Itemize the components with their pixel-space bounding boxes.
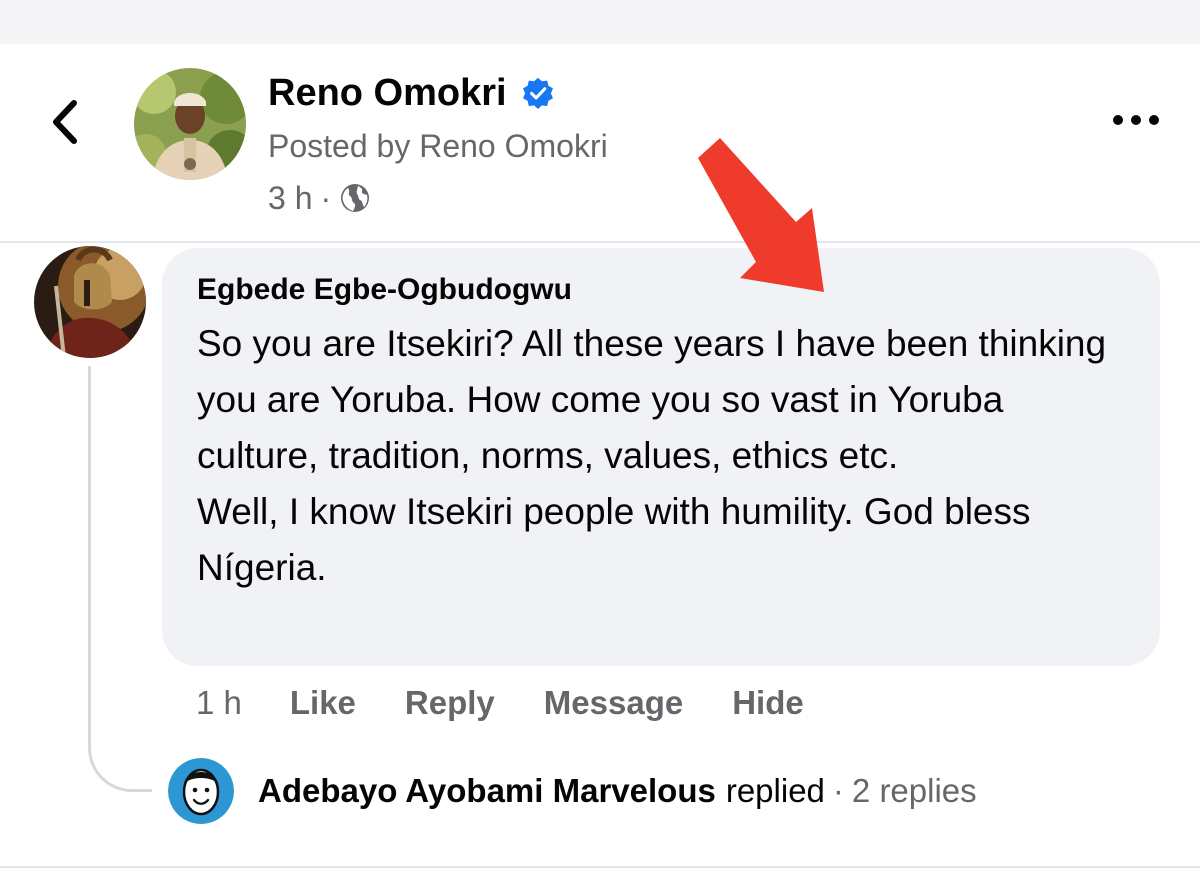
more-options-button[interactable] (1104, 100, 1168, 140)
reply-count: 2 replies (851, 772, 977, 809)
avatar-image (168, 758, 234, 824)
comment-paragraph: So you are Itsekiri? All these years I h… (197, 323, 1107, 476)
comment-paragraph: Well, I know Itsekiri people with humili… (197, 491, 1031, 588)
post-author-row: Reno Omokri (268, 66, 555, 120)
thread-connector-line (88, 366, 152, 792)
reply-author-avatar[interactable] (168, 758, 234, 824)
like-button[interactable]: Like (290, 684, 356, 722)
globe-icon (341, 184, 370, 212)
post-author-name[interactable]: Reno Omokri (268, 72, 507, 115)
comment-author-name[interactable]: Egbede Egbe-Ogbudogwu (197, 270, 1130, 316)
reply-separator: · (832, 772, 844, 809)
hide-button[interactable]: Hide (732, 684, 804, 722)
meta-separator: · (320, 179, 332, 216)
red-arrow-annotation (698, 138, 824, 292)
avatar-image (134, 68, 246, 180)
avatar-image (34, 246, 146, 358)
comment-time[interactable]: 1 h (196, 684, 242, 722)
comment-actions: 1 h Like Reply Message Hide (196, 680, 853, 726)
header-divider (0, 241, 1200, 243)
reply-button[interactable]: Reply (405, 684, 495, 722)
comment-bubble: Egbede Egbe-Ogbudogwu So you are Itsekir… (162, 248, 1160, 666)
verified-badge-icon (522, 77, 553, 109)
comment-author-avatar[interactable] (34, 246, 146, 358)
post-author-avatar[interactable] (134, 68, 246, 180)
posted-by-label: Posted by Reno Omokri (268, 128, 608, 164)
view-replies-link[interactable]: Adebayo Ayobami Marvelous replied · 2 re… (258, 768, 977, 814)
reply-author-name: Adebayo Ayobami Marvelous (258, 772, 716, 809)
back-button[interactable] (40, 92, 90, 152)
bottom-divider (0, 866, 1200, 868)
top-strip (0, 0, 1200, 44)
chevron-left-icon (53, 100, 77, 144)
comment-text: So you are Itsekiri? All these years I h… (197, 316, 1130, 596)
message-button[interactable]: Message (544, 684, 683, 722)
post-meta: 3 h · (268, 178, 371, 218)
more-horizontal-icon (1113, 115, 1159, 125)
reply-verb: replied (725, 772, 825, 809)
post-time[interactable]: 3 h (268, 180, 312, 217)
